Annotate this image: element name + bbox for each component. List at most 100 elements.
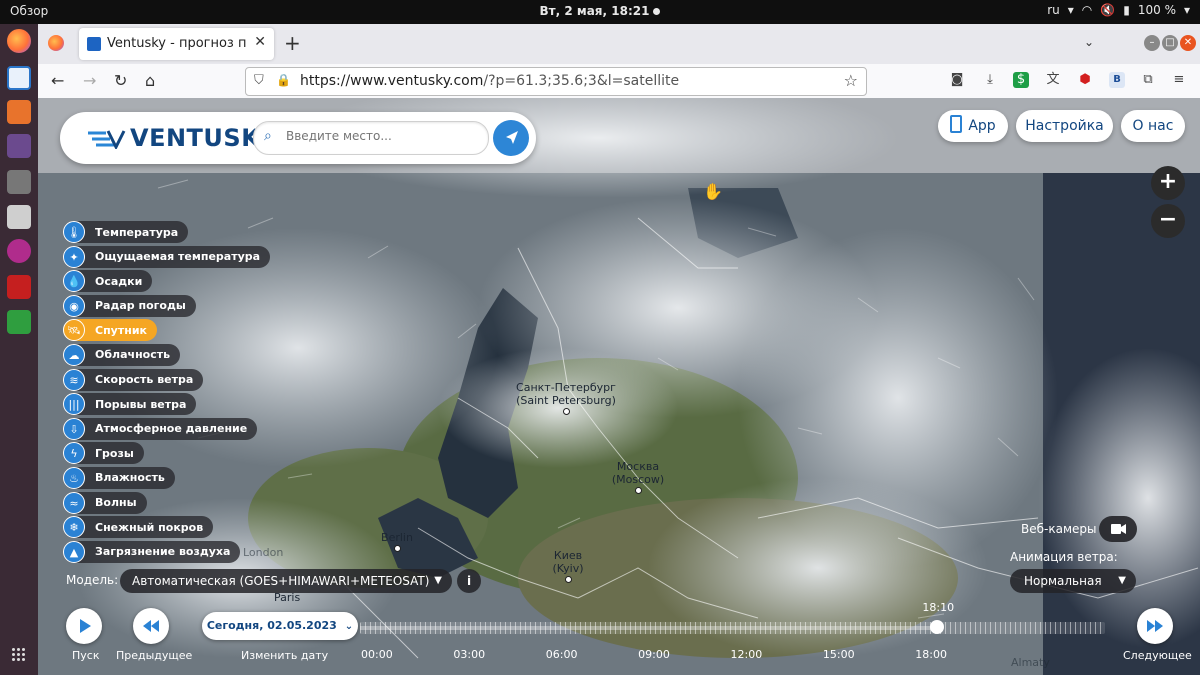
menu-icon[interactable]: ≡ <box>1171 72 1187 88</box>
layer-pill[interactable]: ✦ Ощущаемая температура <box>63 245 271 268</box>
extension-green-icon[interactable]: $ <box>1013 72 1029 88</box>
show-apps-icon[interactable] <box>12 648 26 662</box>
previous-label: Предыдущее <box>116 649 193 662</box>
model-info-button[interactable]: i <box>457 569 481 593</box>
next-button[interactable] <box>1137 608 1173 644</box>
close-window-icon[interactable]: ✕ <box>1180 35 1196 51</box>
extension-b-icon[interactable]: B <box>1109 72 1125 88</box>
url-bar[interactable]: ⛉ 🔒 https://www.ventusky.com/?p=61.3;35.… <box>245 67 867 96</box>
city-name-en: (Kyiv) <box>552 562 584 575</box>
layer-pill[interactable]: ϟ Грозы <box>63 442 144 465</box>
extensions-icon[interactable]: ⧉ <box>1140 72 1156 88</box>
settings-button-label: Настройка <box>1025 118 1104 134</box>
layer-item[interactable]: ≋ Скорость ветра <box>63 368 270 391</box>
settings-button[interactable]: Настройка <box>1016 110 1113 142</box>
lock-icon[interactable]: 🔒 <box>276 73 291 87</box>
tab-ventusky[interactable]: Ventusky - прогноз погоды ✕ <box>79 28 274 60</box>
layer-item[interactable]: 💧 Осадки <box>63 270 270 293</box>
list-tabs-icon[interactable]: ⌄ <box>1084 35 1094 49</box>
locate-button[interactable] <box>493 120 529 156</box>
layer-pill[interactable]: ⇩ Атмосферное давление <box>63 417 258 440</box>
city-moscow[interactable]: Москва (Moscow) <box>598 460 678 494</box>
layer-label: Порывы ветра <box>95 397 187 411</box>
model-select-value: Автоматическая (GOES+HIMAWARI+METEOSAT) <box>132 574 430 588</box>
layer-item[interactable]: ❄ Снежный покров <box>63 516 270 539</box>
play-button[interactable] <box>66 608 102 644</box>
previous-button[interactable] <box>133 608 169 644</box>
layer-pill[interactable]: ≋ Скорость ветра <box>63 368 204 391</box>
system-tray[interactable]: ru ▾ ◠ 🔇 ▮ 100 % ▾ <box>1047 3 1190 17</box>
layer-pill[interactable]: 💧 Осадки <box>63 270 153 293</box>
translate-icon[interactable]: 文 <box>1045 72 1061 88</box>
tab-title: Ventusky - прогноз погоды <box>107 36 247 51</box>
new-tab-icon[interactable]: + <box>284 31 301 55</box>
camera-dock-icon[interactable] <box>7 170 31 194</box>
layer-item[interactable]: 🌡 Температура <box>63 221 270 243</box>
city-kyiv[interactable]: Киев (Kyiv) <box>544 549 592 583</box>
city-almaty[interactable]: Almaty <box>1011 656 1050 669</box>
layer-pill[interactable]: ≈ Волны <box>63 491 147 514</box>
adblock-icon[interactable]: ⬢ <box>1077 72 1093 88</box>
app-button[interactable]: App <box>938 110 1008 142</box>
calc-dock-icon[interactable] <box>7 310 31 334</box>
pocket-icon[interactable]: ◙ <box>949 72 965 88</box>
layer-pill[interactable]: ☁ Облачность <box>63 343 181 366</box>
layer-pill[interactable]: ♨ Влажность <box>63 466 175 489</box>
about-button[interactable]: О нас <box>1121 110 1185 142</box>
layer-item[interactable]: ||| Порывы ветра <box>63 393 270 416</box>
layer-item[interactable]: 🛰 Спутник <box>63 319 270 342</box>
layer-item[interactable]: ☁ Облачность <box>63 343 270 366</box>
model-select[interactable]: Автоматическая (GOES+HIMAWARI+METEOSAT) ▼ <box>120 569 452 593</box>
close-tab-icon[interactable]: ✕ <box>254 34 266 50</box>
layer-pill[interactable]: 🛰 Спутник <box>63 319 157 342</box>
layer-pill[interactable]: ▲ Загрязнение воздуха <box>63 540 241 563</box>
layer-pill[interactable]: ❄ Снежный покров <box>63 516 214 539</box>
layer-item[interactable]: ϟ Грозы <box>63 442 270 465</box>
phone-icon <box>950 115 963 133</box>
reload-icon[interactable]: ↻ <box>114 71 127 90</box>
downloads-icon[interactable]: ⤓ <box>982 72 998 88</box>
lang-indicator[interactable]: ru <box>1047 3 1060 17</box>
layer-pill[interactable]: 🌡 Температура <box>63 221 189 243</box>
tracking-shield-icon[interactable]: ⛉ <box>254 73 264 88</box>
timeline-tick-label: 09:00 <box>638 648 670 661</box>
layer-item[interactable]: ▲ Загрязнение воздуха <box>63 540 270 563</box>
layer-pill[interactable]: ||| Порывы ветра <box>63 393 197 416</box>
forward-icon[interactable]: → <box>83 71 96 90</box>
wind-animation-select[interactable]: Нормальная ▼ <box>1010 569 1136 593</box>
maximize-icon[interactable]: □ <box>1162 35 1178 51</box>
back-icon[interactable]: ← <box>51 71 64 90</box>
layer-pill[interactable]: ◉ Радар погоды <box>63 294 196 317</box>
search-input[interactable] <box>284 128 478 144</box>
zoom-out-button[interactable]: − <box>1151 204 1185 238</box>
date-picker-button[interactable]: Сегодня, 02.05.2023 ⌄ <box>202 612 358 640</box>
calculator-dock-icon[interactable] <box>7 205 31 229</box>
video-dock-icon[interactable] <box>7 134 31 158</box>
city-saint-petersburg[interactable]: Санкт-Петербург (Saint Petersburg) <box>508 381 624 415</box>
clock[interactable]: Вт, 2 мая, 18:21 <box>0 4 1200 18</box>
firefox-view-icon[interactable] <box>48 35 64 51</box>
weather-map[interactable]: Санкт-Петербург (Saint Petersburg) Москв… <box>38 98 1200 675</box>
layer-label: Снежный покров <box>95 520 204 534</box>
layer-item[interactable]: ≈ Волны <box>63 491 270 514</box>
layer-item[interactable]: ◉ Радар погоды <box>63 294 270 317</box>
layer-item[interactable]: ♨ Влажность <box>63 466 270 489</box>
wind-icon: ≋ <box>63 368 85 391</box>
files-dock-icon[interactable] <box>7 100 31 124</box>
writer-dock-icon[interactable] <box>7 66 31 90</box>
timeline-track[interactable] <box>360 622 1105 634</box>
city-berlin[interactable]: Berlin <box>372 531 422 552</box>
home-icon[interactable]: ⌂ <box>145 71 155 90</box>
url-text[interactable]: https://www.ventusky.com/?p=61.3;35.6;3&… <box>300 73 679 89</box>
firefox-dock-icon[interactable] <box>7 29 31 53</box>
feels-like-icon: ✦ <box>63 245 85 268</box>
zoom-in-button[interactable]: + <box>1151 166 1185 200</box>
minimize-icon[interactable]: – <box>1144 35 1160 51</box>
bookmark-star-icon[interactable]: ☆ <box>844 71 858 90</box>
layer-item[interactable]: ✦ Ощущаемая температура <box>63 245 271 268</box>
podcast-dock-icon[interactable] <box>7 239 31 263</box>
search-box[interactable]: ⌕ <box>253 121 489 155</box>
webcams-button[interactable] <box>1099 516 1137 542</box>
filezilla-dock-icon[interactable] <box>7 275 31 299</box>
layer-item[interactable]: ⇩ Атмосферное давление <box>63 417 270 440</box>
